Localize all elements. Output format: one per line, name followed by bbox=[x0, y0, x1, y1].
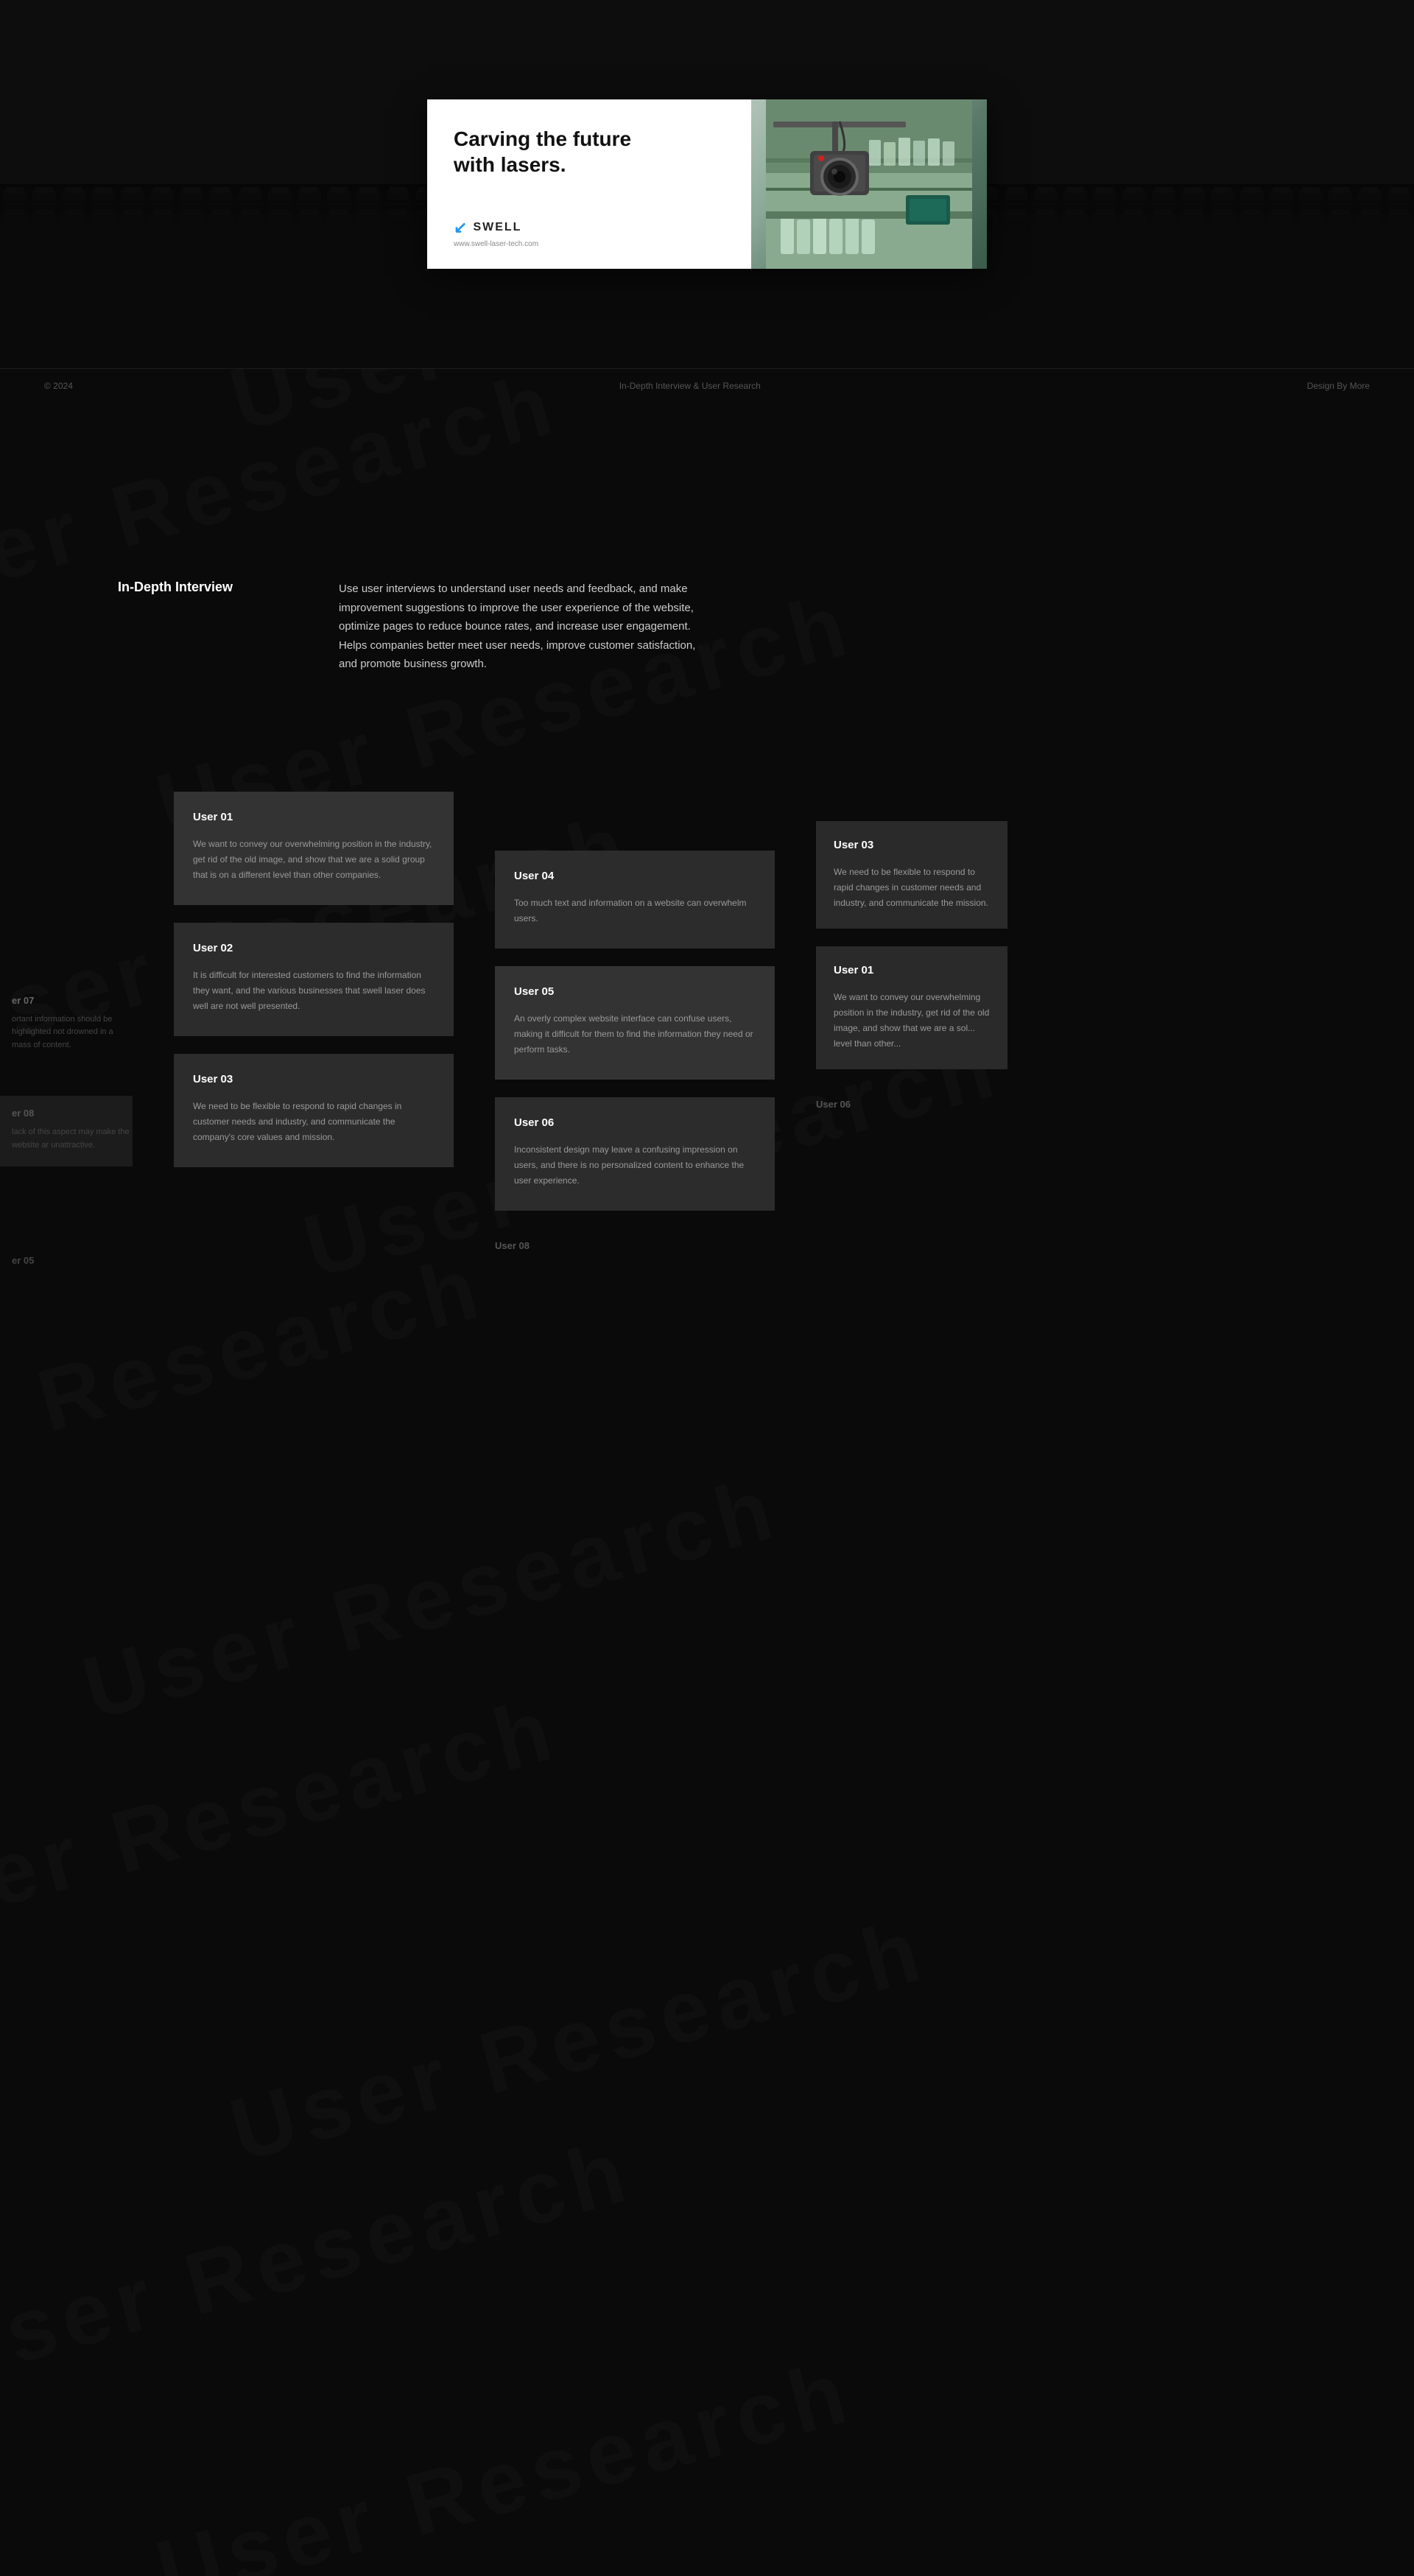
hero-section: Carving the future with lasers. ↙ SWELL … bbox=[0, 0, 1414, 368]
user-07-card-partial: er 07 ortant information should be highl… bbox=[0, 983, 133, 1064]
user-05-partial-label: er 05 bbox=[12, 1255, 133, 1266]
user-01-title: User 01 bbox=[193, 811, 435, 823]
footer-page-title: In-Depth Interview & User Research bbox=[619, 381, 761, 391]
user-07-partial-text: ortant information should be highlighted… bbox=[12, 1013, 133, 1052]
user-02-card: User 02 It is difficult for interested c… bbox=[174, 923, 454, 1036]
user-06-title: User 06 bbox=[514, 1116, 756, 1129]
column-d: User 03 We need to be flexible to respon… bbox=[816, 821, 1007, 1110]
swell-logo-text: SWELL bbox=[473, 221, 521, 234]
slide-headline: Carving the future with lasers. bbox=[454, 126, 725, 177]
footer-bar: © 2024 In-Depth Interview & User Researc… bbox=[0, 368, 1414, 403]
user-08-bottom-label: User 08 bbox=[495, 1240, 775, 1251]
user-01-right-title: User 01 bbox=[834, 964, 990, 976]
footer-credit: Design By More bbox=[1307, 381, 1370, 391]
user-03-right-text: We need to be flexible to respond to rap… bbox=[834, 865, 990, 911]
bottom-spacer bbox=[0, 1357, 1414, 1505]
slide-card: Carving the future with lasers. ↙ SWELL … bbox=[427, 99, 987, 269]
spacer-2 bbox=[0, 733, 1414, 777]
user-04-text: Too much text and information on a websi… bbox=[514, 895, 756, 926]
scroll-track: er 07 ortant information should be highl… bbox=[0, 792, 1414, 1284]
slide-url: www.swell-laser-tech.com bbox=[454, 240, 725, 248]
user-06-card: User 06 Inconsistent design may leave a … bbox=[495, 1097, 775, 1211]
user-08-card-partial-left: er 08 lack of this aspect may make the w… bbox=[0, 1096, 133, 1166]
user-06-right-partial: User 06 bbox=[816, 1087, 1007, 1110]
user-01-card: User 01 We want to convey our overwhelmi… bbox=[174, 792, 454, 905]
user-08-partial-text: lack of this aspect may make the website… bbox=[12, 1126, 133, 1152]
user-01-right-text: We want to convey our overwhelming posit… bbox=[834, 990, 990, 1052]
users-section: er 07 ortant information should be highl… bbox=[0, 777, 1414, 1358]
user-05-title: User 05 bbox=[514, 985, 756, 998]
swell-logo-icon: ↙ bbox=[454, 218, 467, 237]
slide-left: Carving the future with lasers. ↙ SWELL … bbox=[427, 99, 751, 269]
user-08-partial-label: er 08 bbox=[12, 1108, 133, 1119]
user-05-partial-bottom: er 05 bbox=[0, 1243, 133, 1284]
spacer-1 bbox=[0, 403, 1414, 506]
user-03-right-card: User 03 We need to be flexible to respon… bbox=[816, 821, 1007, 929]
user-01-right-card: User 01 We want to convey our overwhelmi… bbox=[816, 946, 1007, 1069]
page-wrapper: User Research User Research User Researc… bbox=[0, 0, 1414, 1505]
column-a: er 07 ortant information should be highl… bbox=[0, 792, 133, 1284]
user-06-right-label: User 06 bbox=[816, 1099, 1007, 1110]
user-01-text: We want to convey our overwhelming posit… bbox=[193, 837, 435, 883]
user-04-title: User 04 bbox=[514, 870, 756, 882]
user-05-card: User 05 An overly complex website interf… bbox=[495, 966, 775, 1080]
user-03-right-title: User 03 bbox=[834, 839, 990, 851]
user-04-card: User 04 Too much text and information on… bbox=[495, 851, 775, 949]
user-02-title: User 02 bbox=[193, 942, 435, 954]
user-03-text: We need to be flexible to respond to rap… bbox=[193, 1099, 435, 1145]
interview-description: Use user interviews to understand user n… bbox=[339, 580, 707, 674]
user-07-partial-title: er 07 bbox=[12, 995, 133, 1006]
slide-image bbox=[751, 99, 987, 269]
user-03-title: User 03 bbox=[193, 1073, 435, 1085]
slide-right bbox=[751, 99, 987, 269]
footer-copyright: © 2024 bbox=[44, 381, 73, 391]
user-02-text: It is difficult for interested customers… bbox=[193, 968, 435, 1014]
column-b: User 01 We want to convey our overwhelmi… bbox=[174, 792, 454, 1167]
user-05-text: An overly complex website interface can … bbox=[514, 1011, 756, 1058]
column-c: User 04 Too much text and information on… bbox=[495, 851, 775, 1251]
user-08-bottom-partial: User 08 bbox=[495, 1228, 775, 1251]
interview-section-label: In-Depth Interview bbox=[118, 580, 265, 595]
interview-intro-section: In-Depth Interview Use user interviews t… bbox=[0, 506, 1414, 733]
user-03-card: User 03 We need to be flexible to respon… bbox=[174, 1054, 454, 1167]
user-06-text: Inconsistent design may leave a confusin… bbox=[514, 1142, 756, 1189]
slide-logo-row: ↙ SWELL bbox=[454, 218, 725, 237]
